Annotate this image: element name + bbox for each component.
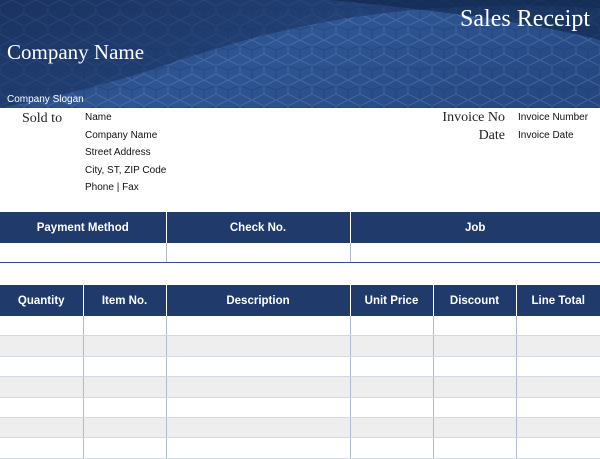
table-row xyxy=(0,417,600,439)
table-cell[interactable] xyxy=(516,335,600,357)
invoice-labels: Invoice No Date xyxy=(442,111,505,147)
sold-to-label: Sold to xyxy=(22,111,63,126)
table-cell[interactable] xyxy=(350,397,434,418)
table-row xyxy=(0,356,600,378)
table-cell[interactable] xyxy=(433,335,517,357)
table-cell[interactable] xyxy=(83,417,167,439)
table-cell[interactable] xyxy=(350,335,434,357)
company-name: Company Name xyxy=(7,40,145,64)
table-cell[interactable] xyxy=(166,437,351,459)
invoice-number-value[interactable]: Invoice Number xyxy=(518,112,588,130)
table-cell[interactable] xyxy=(83,356,167,378)
table-cell[interactable] xyxy=(0,356,84,378)
table-cell[interactable] xyxy=(166,397,351,418)
address-line-street[interactable]: Street Address xyxy=(85,147,166,165)
document-title: Sales Receipt xyxy=(460,6,590,32)
table-cell[interactable] xyxy=(350,437,434,459)
unit-price-header: Unit Price xyxy=(350,285,434,316)
discount-header: Discount xyxy=(433,285,517,316)
table-cell[interactable] xyxy=(350,376,434,398)
payment-method-cell[interactable] xyxy=(0,243,167,263)
invoice-date-value[interactable]: Invoice Date xyxy=(518,130,588,148)
check-no-cell[interactable] xyxy=(166,243,351,263)
payment-row xyxy=(0,243,600,263)
table-row xyxy=(0,316,600,337)
table-cell[interactable] xyxy=(0,376,84,398)
address-line-name[interactable]: Name xyxy=(85,112,166,130)
table-cell[interactable] xyxy=(516,437,600,459)
table-cell[interactable] xyxy=(166,376,351,398)
table-row xyxy=(0,437,600,459)
table-cell[interactable] xyxy=(350,356,434,378)
items-table: Quantity Item No. Description Unit Price… xyxy=(0,285,600,459)
table-cell[interactable] xyxy=(0,335,84,357)
table-cell[interactable] xyxy=(83,397,167,418)
payment-header-row: Payment Method Check No. Job xyxy=(0,212,600,243)
check-no-header: Check No. xyxy=(166,212,351,243)
address-line-phone[interactable]: Phone | Fax xyxy=(85,182,166,200)
company-slogan: Company Slogan xyxy=(7,94,84,105)
table-cell[interactable] xyxy=(350,417,434,439)
table-cell[interactable] xyxy=(0,437,84,459)
quantity-header: Quantity xyxy=(0,285,84,316)
table-cell[interactable] xyxy=(166,356,351,378)
table-cell[interactable] xyxy=(516,376,600,398)
table-cell[interactable] xyxy=(516,316,600,337)
table-cell[interactable] xyxy=(0,417,84,439)
table-cell[interactable] xyxy=(516,417,600,439)
table-cell[interactable] xyxy=(83,437,167,459)
line-total-header: Line Total xyxy=(516,285,600,316)
address-line-city[interactable]: City, ST, ZIP Code xyxy=(85,165,166,183)
table-cell[interactable] xyxy=(516,356,600,378)
table-cell[interactable] xyxy=(433,356,517,378)
table-cell[interactable] xyxy=(433,437,517,459)
invoice-no-label: Invoice No xyxy=(442,110,505,125)
job-cell[interactable] xyxy=(350,243,600,263)
job-header: Job xyxy=(350,212,600,243)
address-line-company[interactable]: Company Name xyxy=(85,130,166,148)
table-cell[interactable] xyxy=(433,316,517,337)
table-cell[interactable] xyxy=(83,376,167,398)
items-header-row: Quantity Item No. Description Unit Price… xyxy=(0,285,600,316)
payment-method-header: Payment Method xyxy=(0,212,167,243)
table-cell[interactable] xyxy=(83,316,167,337)
payment-table: Payment Method Check No. Job xyxy=(0,212,600,263)
date-label: Date xyxy=(478,128,505,143)
table-cell[interactable] xyxy=(0,316,84,337)
table-cell[interactable] xyxy=(350,316,434,337)
description-header: Description xyxy=(166,285,351,316)
table-cell[interactable] xyxy=(0,397,84,418)
table-cell[interactable] xyxy=(166,335,351,357)
table-cell[interactable] xyxy=(433,397,517,418)
table-row xyxy=(0,376,600,398)
table-cell[interactable] xyxy=(83,335,167,357)
table-cell[interactable] xyxy=(166,417,351,439)
table-row xyxy=(0,397,600,418)
invoice-values: Invoice Number Invoice Date xyxy=(518,112,588,148)
header-banner: Sales Receipt Company Name Company Sloga… xyxy=(0,0,600,108)
table-row xyxy=(0,335,600,357)
table-cell[interactable] xyxy=(433,376,517,398)
item-no-header: Item No. xyxy=(83,285,167,316)
table-cell[interactable] xyxy=(166,316,351,337)
table-cell[interactable] xyxy=(433,417,517,439)
table-cell[interactable] xyxy=(516,397,600,418)
sold-to-address: Name Company Name Street Address City, S… xyxy=(85,112,166,200)
